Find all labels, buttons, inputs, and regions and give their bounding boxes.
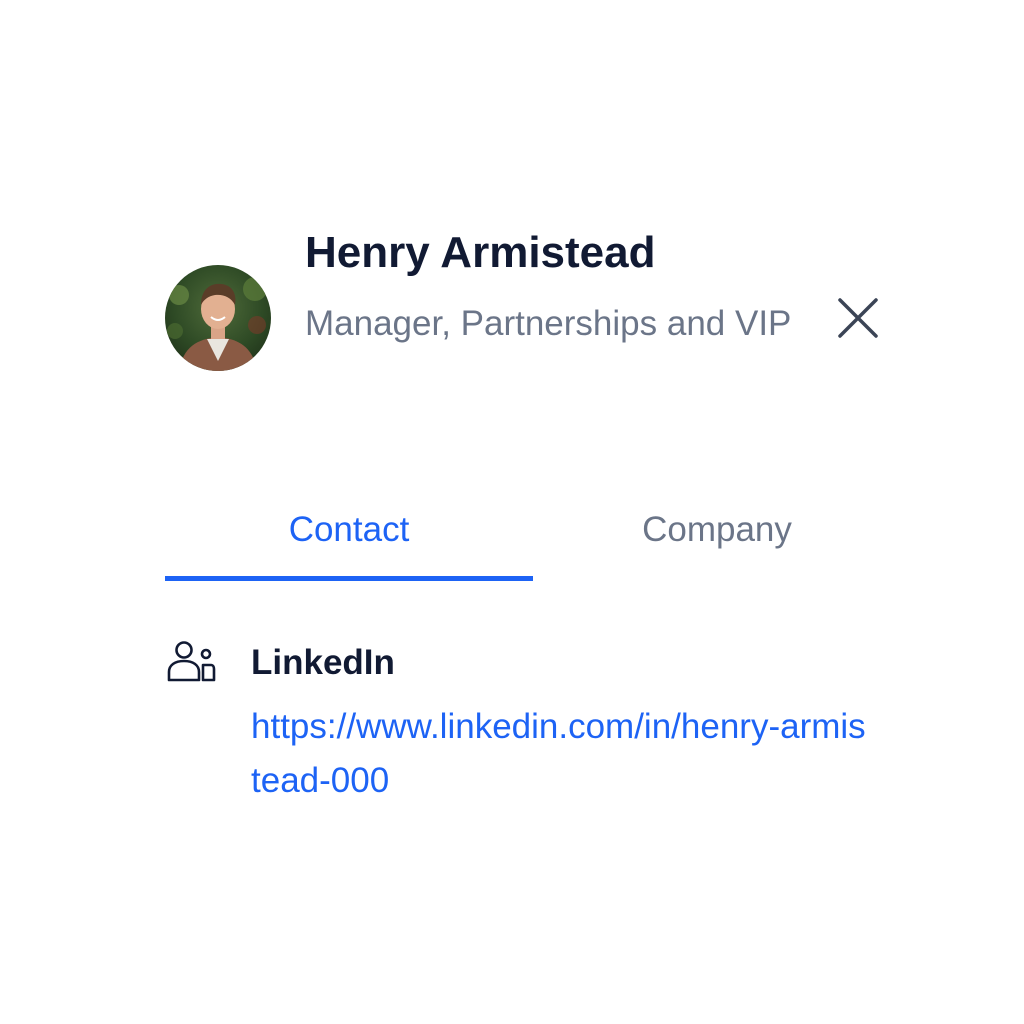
tab-contact[interactable]: Contact <box>165 502 533 558</box>
close-icon <box>838 298 878 338</box>
avatar <box>165 265 271 371</box>
person-badge-icon <box>166 640 216 684</box>
active-tab-indicator <box>165 576 533 581</box>
profile-title: Manager, Partnerships and VIP <box>305 304 792 343</box>
avatar-photo <box>165 265 271 371</box>
linkedin-link[interactable]: https://www.linkedin.com/in/henry-armist… <box>251 700 871 808</box>
linkedin-label: LinkedIn <box>251 643 395 682</box>
tab-company[interactable]: Company <box>533 502 901 558</box>
profile-name: Henry Armistead <box>305 228 656 277</box>
close-button[interactable] <box>834 294 882 342</box>
contact-profile-card: Henry Armistead Manager, Partnerships an… <box>0 0 1024 1024</box>
